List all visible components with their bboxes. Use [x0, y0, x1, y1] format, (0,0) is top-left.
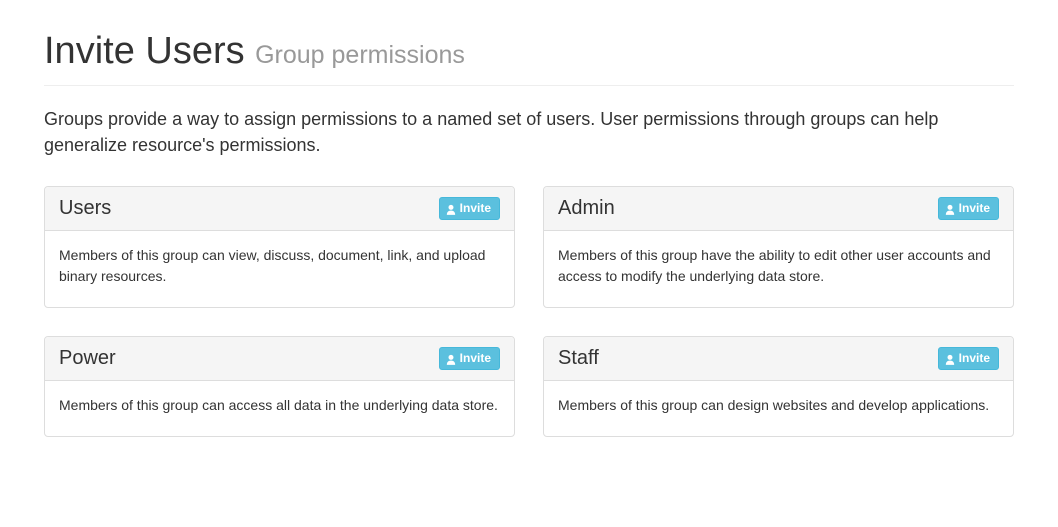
group-card-title: Admin: [558, 197, 615, 220]
invite-button[interactable]: Invite: [439, 197, 500, 220]
group-card-header: Power Invite: [45, 337, 514, 381]
group-card-body: Members of this group can access all dat…: [45, 381, 514, 436]
invite-button-label: Invite: [460, 350, 491, 367]
group-card-title: Power: [59, 347, 116, 370]
page-subtitle: Group permissions: [255, 41, 465, 69]
group-card-header: Users Invite: [45, 187, 514, 231]
invite-button[interactable]: Invite: [938, 347, 999, 370]
group-card-staff: Staff Invite Members of this group can d…: [543, 336, 1014, 437]
group-card-users: Users Invite Members of this group can v…: [44, 186, 515, 308]
user-icon: [945, 353, 955, 364]
user-icon: [446, 353, 456, 364]
group-card-title: Staff: [558, 347, 599, 370]
page-description: Groups provide a way to assign permissio…: [44, 106, 1014, 158]
group-card-body: Members of this group can design website…: [544, 381, 1013, 436]
group-card-header: Staff Invite: [544, 337, 1013, 381]
invite-button-label: Invite: [959, 200, 990, 217]
user-icon: [945, 203, 955, 214]
invite-button-label: Invite: [959, 350, 990, 367]
group-card-body: Members of this group have the ability t…: [544, 231, 1013, 307]
group-cards: Users Invite Members of this group can v…: [44, 186, 1014, 437]
invite-button-label: Invite: [460, 200, 491, 217]
user-icon: [446, 203, 456, 214]
group-card-body: Members of this group can view, discuss,…: [45, 231, 514, 307]
page-header: Invite Users Group permissions: [44, 30, 1014, 86]
group-card-admin: Admin Invite Members of this group have …: [543, 186, 1014, 308]
invite-button[interactable]: Invite: [938, 197, 999, 220]
invite-button[interactable]: Invite: [439, 347, 500, 370]
group-card-header: Admin Invite: [544, 187, 1013, 231]
page-title: Invite Users: [44, 30, 245, 72]
group-card-power: Power Invite Members of this group can a…: [44, 336, 515, 437]
group-card-title: Users: [59, 197, 111, 220]
